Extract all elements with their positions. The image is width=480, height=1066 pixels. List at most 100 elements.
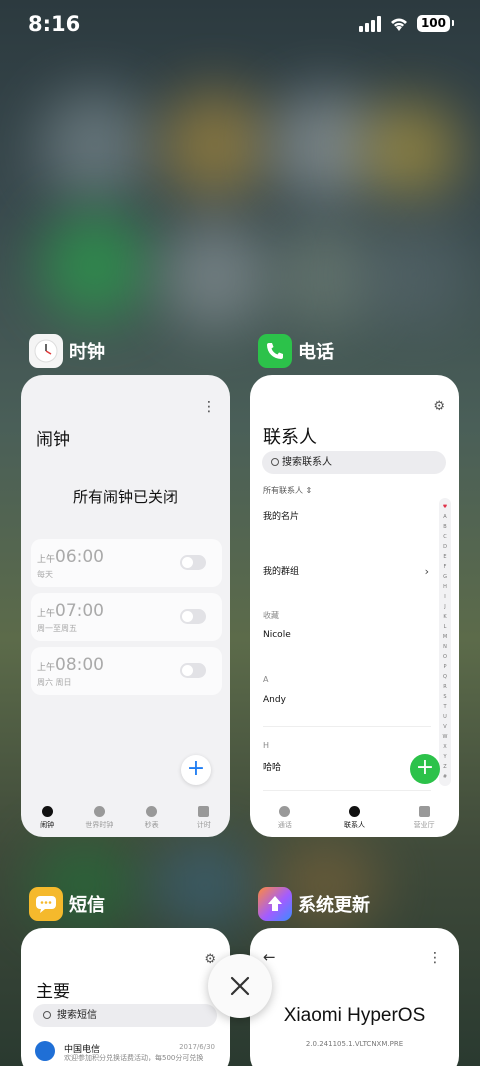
sms-app-header[interactable]: 短信 — [29, 887, 105, 921]
tab-calls[interactable]: 通话 — [250, 799, 320, 837]
alphabet-index-letter[interactable]: I — [444, 594, 445, 600]
alarm-toggle[interactable] — [180, 555, 206, 570]
clock-icon — [93, 806, 105, 817]
sms-app-card[interactable]: ⚙ 主要 搜索短信 中国电信 2017/6/30 欢迎参加积分兑换话费活动，每5… — [21, 928, 230, 1066]
phone-app-card[interactable]: ⚙ 联系人 搜索联系人 所有联系人 ⇕ 我的名片 我的群组 › 收藏 Nicol… — [250, 375, 459, 837]
update-app-header[interactable]: 系统更新 — [258, 887, 370, 921]
phone-tab-bar: 通话 联系人 营业厅 — [250, 799, 459, 837]
my-card-item[interactable]: 我的名片 — [263, 509, 299, 522]
alphabet-index-letter[interactable]: F — [444, 564, 447, 570]
alphabet-index-letter[interactable]: J — [444, 604, 445, 610]
alphabet-index-letter[interactable]: G — [443, 574, 447, 580]
alarm-item[interactable]: 上午 06:00 每天 — [31, 539, 222, 587]
alphabet-index-letter[interactable]: O — [443, 654, 447, 660]
alarm-repeat: 周一至周五 — [37, 624, 77, 633]
update-app-name: 系统更新 — [298, 895, 370, 916]
alphabet-index-letter[interactable]: W — [443, 734, 448, 740]
stopwatch-icon — [146, 806, 158, 817]
alphabet-index-letter[interactable]: B — [443, 524, 446, 530]
alphabet-index-letter[interactable]: M — [443, 634, 447, 640]
section-header: H — [263, 741, 270, 750]
tab-stopwatch[interactable]: 秒表 — [126, 799, 178, 837]
alphabet-index-letter[interactable]: ♥ — [443, 504, 447, 510]
tab-world-clock[interactable]: 世界时钟 — [73, 799, 125, 837]
alphabet-index-letter[interactable]: C — [443, 534, 447, 540]
add-contact-button[interactable]: + — [410, 754, 440, 784]
alphabet-index-letter[interactable]: H — [443, 584, 447, 590]
alarm-clock-icon — [41, 806, 53, 817]
status-bar: 8:16 100 — [0, 0, 480, 50]
sender-avatar — [35, 1041, 55, 1061]
clock-app-header[interactable]: 时钟 — [29, 334, 105, 368]
clock-app-icon — [29, 334, 63, 368]
alarm-toggle[interactable] — [180, 609, 206, 624]
alarm-ampm: 上午 — [37, 663, 56, 673]
sms-app-icon — [29, 887, 63, 921]
alphabet-index-letter[interactable]: L — [444, 624, 447, 630]
phone-app-header[interactable]: 电话 — [258, 334, 334, 368]
settings-gear-icon[interactable]: ⚙ — [433, 399, 445, 414]
clock-app-card[interactable]: ⋮ 闹钟 所有闹钟已关闭 上午 06:00 每天 上午 07:00 周一至周五 … — [21, 375, 230, 837]
my-groups-item[interactable]: 我的群组 — [263, 564, 299, 577]
alphabet-index-letter[interactable]: A — [443, 514, 446, 520]
signal-icon — [358, 15, 381, 32]
message-preview: 欢迎参加积分兑换话费活动，每500分可兑换 — [64, 1054, 204, 1062]
alarm-ampm: 上午 — [37, 555, 56, 565]
os-version: 2.0.241105.1.VLTCNXM.PRE — [305, 1040, 404, 1048]
contact-item[interactable]: 哈哈 — [263, 760, 281, 773]
sms-app-name: 短信 — [69, 895, 105, 916]
divider — [263, 726, 431, 727]
alphabet-index-letter[interactable]: P — [443, 664, 446, 670]
sms-search-input[interactable]: 搜索短信 — [33, 1004, 217, 1027]
alarm-repeat: 每天 — [37, 570, 53, 579]
alphabet-index[interactable]: ♥ A B C D E F G H I J K L M N O P Q R S T U V W X Y Z # — [439, 498, 451, 786]
page-title: 闹钟 — [36, 430, 70, 450]
alphabet-index-letter[interactable]: Y — [443, 754, 446, 760]
alphabet-index-letter[interactable]: Z — [443, 764, 446, 770]
page-title: 主要 — [36, 982, 70, 1002]
status-time: 8:16 — [28, 12, 81, 36]
alphabet-index-letter[interactable]: U — [443, 714, 447, 720]
alphabet-index-letter[interactable]: T — [443, 704, 446, 710]
alphabet-index-letter[interactable]: X — [443, 744, 446, 750]
alphabet-index-letter[interactable]: # — [443, 774, 447, 780]
search-placeholder: 搜索联系人 — [282, 457, 332, 468]
section-header: A — [263, 675, 269, 684]
tab-store[interactable]: 营业厅 — [389, 799, 459, 837]
tab-contacts[interactable]: 联系人 — [320, 799, 390, 837]
alphabet-index-letter[interactable]: N — [443, 644, 447, 650]
update-app-card[interactable]: ← ⋮ Xiaomi HyperOS 2.0.241105.1.VLTCNXM.… — [250, 928, 459, 1066]
clock-tab-bar: 闹钟 世界时钟 秒表 计时 — [21, 799, 230, 837]
contact-item[interactable]: Andy — [263, 695, 286, 705]
alphabet-index-letter[interactable]: V — [443, 724, 446, 730]
more-options-icon[interactable]: ⋮ — [428, 950, 442, 966]
more-options-icon[interactable]: ⋮ — [202, 399, 216, 415]
alarm-ampm: 上午 — [37, 609, 56, 619]
page-title: 联系人 — [263, 427, 317, 448]
alphabet-index-letter[interactable]: D — [443, 544, 447, 550]
phone-icon — [279, 806, 291, 817]
alphabet-index-letter[interactable]: R — [443, 684, 446, 690]
alphabet-index-letter[interactable]: S — [443, 694, 446, 700]
close-all-button[interactable] — [208, 954, 272, 1018]
phone-app-name: 电话 — [298, 342, 334, 363]
hourglass-icon — [198, 806, 210, 817]
add-alarm-button[interactable]: + — [181, 755, 211, 785]
contacts-search-input[interactable]: 搜索联系人 — [262, 451, 446, 474]
alphabet-index-letter[interactable]: Q — [443, 674, 447, 680]
all-contacts-filter[interactable]: 所有联系人 ⇕ — [263, 485, 312, 496]
alphabet-index-letter[interactable]: K — [443, 614, 446, 620]
tab-alarm[interactable]: 闹钟 — [21, 799, 73, 837]
contact-item[interactable]: Nicole — [263, 630, 291, 640]
chevron-right-icon: › — [424, 565, 429, 578]
favorites-header: 收藏 — [263, 611, 279, 620]
alarm-item[interactable]: 上午 08:00 周六 周日 — [31, 647, 222, 695]
clock-app-name: 时钟 — [69, 342, 105, 363]
alarm-toggle[interactable] — [180, 663, 206, 678]
phone-app-icon — [258, 334, 292, 368]
alphabet-index-letter[interactable]: E — [443, 554, 446, 560]
search-placeholder: 搜索短信 — [57, 1010, 97, 1021]
alarm-item[interactable]: 上午 07:00 周一至周五 — [31, 593, 222, 641]
tab-timer[interactable]: 计时 — [178, 799, 230, 837]
alarm-time: 07:00 — [55, 601, 104, 621]
